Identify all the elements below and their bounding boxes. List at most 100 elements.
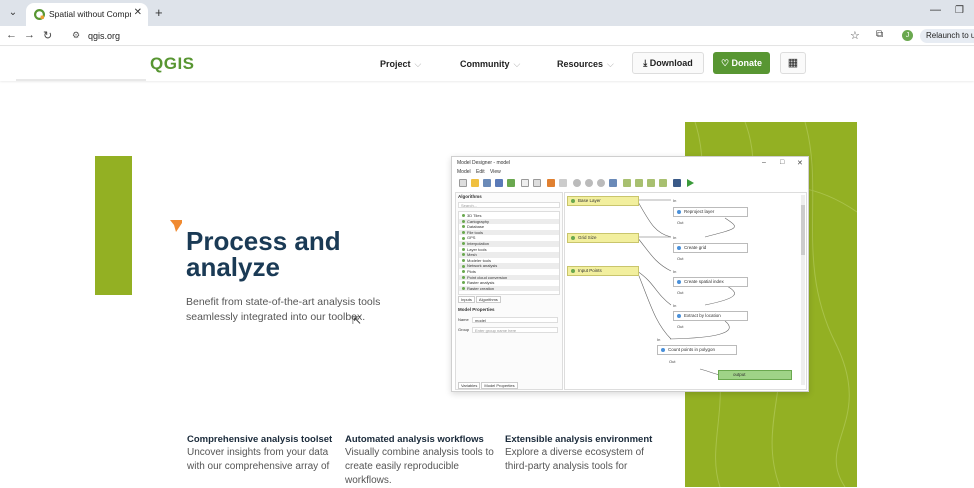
feature-title: Extensible analysis environment (505, 434, 653, 445)
url-text: qgis.org (88, 31, 121, 41)
group-label: Group (458, 327, 470, 332)
toolbar (457, 179, 717, 189)
nav-resources[interactable]: Resources ⌵ (557, 59, 614, 70)
minimize-icon: – (762, 159, 766, 166)
qgis-logo[interactable]: QGIS (150, 54, 195, 74)
feature-text: Visually combine analysis tools to creat… (345, 447, 494, 486)
feature-card-2: Automated analysis workflows Visually co… (345, 433, 495, 488)
model-canvas: Base Layer Grid Size Input Points In Rep… (564, 192, 807, 390)
algorithms-title: Algorithms (458, 194, 482, 199)
tab-inputs: Inputs (458, 296, 475, 303)
name-label: Name (458, 317, 469, 322)
algorithm-node-create-grid: Create grid (673, 243, 748, 253)
nav-resources-label: Resources (557, 59, 604, 69)
avatar[interactable]: J (902, 30, 913, 41)
port-out: Out (677, 290, 684, 295)
feature-title: Comprehensive analysis toolset (187, 434, 333, 445)
run-icon (687, 179, 694, 187)
tab-model-properties: Model Properties (481, 382, 518, 389)
export-python-icon (659, 179, 667, 187)
select-icon (533, 179, 541, 187)
back-icon[interactable]: ← (6, 29, 17, 41)
port-in: In (673, 235, 677, 240)
tab-title: Spatial without Compromise · Q (49, 9, 131, 19)
chevron-down-icon: ⌵ (607, 59, 614, 69)
input-node-grid-size: Grid Size (567, 233, 639, 243)
algorithm-search: Search... (458, 202, 560, 208)
relaunch-button[interactable]: Relaunch to updat (920, 29, 974, 43)
site-header: QGIS Project ⌵ Community ⌵ Resources ⌵ ⤓ Do… (0, 47, 974, 81)
bottom-tabs: Variables Model Properties (458, 382, 519, 389)
port-out: Out (669, 359, 676, 364)
export-image-icon (623, 179, 631, 187)
donate-label: Donate (731, 58, 763, 68)
tab-search-icon[interactable]: ⌄ (6, 6, 20, 20)
window-title: Model Designer - model (457, 160, 511, 166)
minimize-icon[interactable]: — (930, 4, 941, 16)
chevron-down-icon: ⌵ (513, 59, 521, 69)
input-node-input-points: Input Points (567, 266, 639, 276)
reload-icon[interactable]: ↻ (43, 29, 52, 42)
browser-tab-strip: ⌄ Spatial without Compromise · Q ✕ + — ❐ (0, 0, 974, 26)
model-designer-window: Model Designer - model – □ ✕ Model Edit … (451, 156, 809, 392)
feature-title: Automated analysis workflows (345, 434, 484, 445)
address-bar[interactable]: ⚙ qgis.org (68, 28, 838, 44)
pan-icon (521, 179, 529, 187)
hero-headline: Process and analyze (186, 228, 341, 280)
menu-bar: Model Edit View (457, 169, 501, 175)
redo-icon (559, 179, 567, 187)
close-icon[interactable]: ✕ (134, 7, 142, 18)
decor-block-left (95, 156, 132, 295)
group-row: Group Enter group name here (458, 327, 560, 333)
tab-variables: Variables (458, 382, 481, 389)
gift-icon[interactable]: ▦ (780, 52, 806, 74)
algorithm-node-reproject: Reproject layer (673, 207, 748, 217)
algorithm-node-spatial-index: Create spatial index (673, 277, 748, 287)
download-button[interactable]: ⤓ Download (632, 52, 704, 74)
model-properties-title: Model Properties (458, 307, 495, 312)
feature-text: Explore a diverse ecosystem of third-par… (505, 447, 644, 472)
close-icon: ✕ (797, 160, 803, 167)
algorithm-node-count-points: Count points in polygon (657, 345, 737, 355)
browser-toolbar: ← → ↻ ⚙ qgis.org ☆ ⧉ J Relaunch to updat (0, 26, 974, 46)
nav-community[interactable]: Community ⌵ (460, 59, 520, 70)
algorithm-list: 3D Tiles Cartography Database File tools… (458, 211, 560, 295)
headline-line-2: analyze (186, 252, 280, 282)
list-item: Raster creation (459, 285, 559, 292)
header-divider (16, 79, 146, 81)
zoom-out-icon (585, 179, 593, 187)
port-out: Out (677, 220, 684, 225)
zoom-full-icon (609, 179, 617, 187)
save-to-project-icon (507, 179, 515, 187)
output-node: output (718, 370, 792, 380)
name-field: model (472, 317, 558, 323)
site-info-icon[interactable]: ⚙ (72, 30, 80, 41)
headline-line-1: Process and (186, 226, 341, 256)
export-svg-icon (647, 179, 655, 187)
heart-icon: ♡ (720, 58, 732, 68)
mouse-cursor-icon: ⇱ (352, 315, 362, 327)
name-row: Name model (458, 317, 560, 323)
extensions-icon[interactable]: ⧉ (876, 29, 883, 40)
download-label: Download (649, 58, 693, 68)
algorithms-panel: Algorithms Search... 3D Tiles Cartograph… (455, 192, 563, 390)
help-icon (673, 179, 681, 187)
scrollbar (801, 195, 805, 385)
donate-button[interactable]: ♡ Donate (713, 52, 770, 74)
maximize-icon[interactable]: ❐ (955, 5, 964, 16)
forward-icon[interactable]: → (24, 29, 35, 41)
port-in: In (673, 303, 677, 308)
save-icon (483, 179, 491, 187)
nav-community-label: Community (460, 59, 510, 69)
nav-project[interactable]: Project ⌵ (380, 59, 421, 70)
bookmark-star-icon[interactable]: ☆ (850, 29, 860, 42)
group-field: Enter group name here (472, 327, 558, 333)
panel-tabs: Inputs Algorithms (458, 296, 502, 303)
browser-tab[interactable]: Spatial without Compromise · Q ✕ (26, 3, 148, 26)
nav-project-label: Project (380, 59, 411, 69)
port-in: In (673, 198, 677, 203)
decor-arrow-icon (170, 220, 182, 232)
new-tab-icon[interactable]: + (155, 5, 163, 20)
feature-card-3: Extensible analysis environment Explore … (505, 433, 655, 474)
export-pdf-icon (635, 179, 643, 187)
